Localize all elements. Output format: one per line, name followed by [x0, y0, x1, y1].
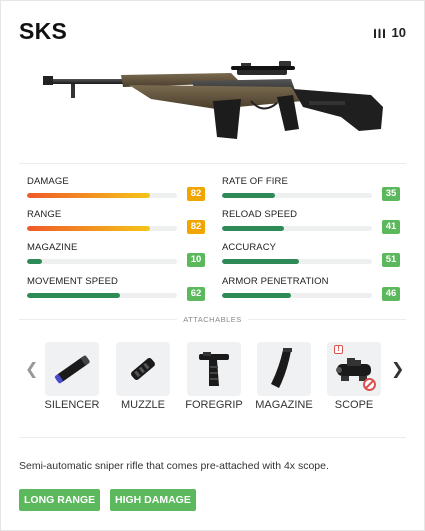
stat-bar-fill	[27, 226, 150, 231]
divider-description	[19, 437, 406, 438]
stat-row: MAGAZINE 10	[27, 242, 205, 276]
ammo-count: 10	[373, 25, 406, 40]
stat-label: MOVEMENT SPEED	[27, 276, 118, 287]
muzzle-icon	[131, 358, 155, 380]
stat-bar-fill	[27, 193, 150, 198]
tag-high-damage[interactable]: HIGH DAMAGE	[110, 489, 196, 511]
stat-label: ARMOR PENETRATION	[222, 276, 329, 287]
stat-value-badge: 41	[382, 220, 400, 234]
stat-row: ARMOR PENETRATION 46	[222, 276, 400, 310]
stat-bar-fill	[222, 193, 275, 198]
weapon-card: SKS 10 DAMAGE 82 RANGE 82 MAGAZINE 10 MO…	[0, 0, 425, 531]
stat-bar-track	[222, 193, 372, 198]
stat-value-badge: 46	[382, 287, 400, 301]
stat-bar-track	[222, 226, 372, 231]
blocked-icon	[363, 378, 376, 391]
stat-value-badge: 51	[382, 253, 400, 267]
stat-bar-fill	[222, 293, 291, 298]
stat-bar-track	[27, 259, 177, 264]
stat-bar-fill	[27, 259, 42, 264]
stat-bar-track	[222, 293, 372, 298]
stat-label: RATE OF FIRE	[222, 176, 288, 187]
attachment-label-muzzle: MUZZLE	[121, 399, 165, 411]
scope-warning-badge: !	[334, 345, 343, 354]
stat-value-badge: 82	[187, 220, 205, 234]
stat-label: ACCURACY	[222, 242, 277, 253]
stat-value-badge: 82	[187, 187, 205, 201]
divider-top	[19, 163, 406, 164]
attachment-foregrip[interactable]	[187, 342, 241, 396]
magazine-icon	[271, 348, 292, 388]
attachment-label-scope: SCOPE	[334, 399, 374, 411]
stat-row: MOVEMENT SPEED 62	[27, 276, 205, 310]
weapon-title: SKS	[19, 18, 68, 44]
stat-bar-track	[27, 293, 177, 298]
attachment-silencer[interactable]	[45, 342, 99, 396]
attachment-label-magazine: MAGAZINE	[255, 399, 313, 411]
stat-row: RANGE 82	[27, 209, 205, 243]
stat-row: RELOAD SPEED 41	[222, 209, 400, 243]
attachables-heading: ATTACHABLES	[1, 315, 424, 324]
stat-row: ACCURACY 51	[222, 242, 400, 276]
stat-row: DAMAGE 82	[27, 176, 205, 210]
chevron-left-icon[interactable]: ❮	[25, 359, 38, 379]
bullets-icon	[373, 28, 385, 38]
tag-long-range[interactable]: LONG RANGE	[19, 489, 101, 511]
stat-bar-fill	[27, 293, 120, 298]
sks-rifle-image	[43, 61, 383, 139]
chevron-right-icon[interactable]: ❯	[391, 359, 404, 379]
stat-label: RELOAD SPEED	[222, 209, 298, 220]
stat-value-badge: 10	[187, 253, 205, 267]
attachment-label-foregrip: FOREGRIP	[185, 399, 243, 411]
stat-bar-fill	[222, 259, 299, 264]
ammo-count-value: 10	[391, 25, 406, 40]
foregrip-icon	[199, 352, 229, 386]
stat-label: DAMAGE	[27, 176, 69, 187]
silencer-icon	[54, 355, 90, 384]
stat-label: RANGE	[27, 209, 62, 220]
attachment-magazine[interactable]	[257, 342, 311, 396]
stat-label: MAGAZINE	[27, 242, 78, 253]
stat-bar-track	[27, 226, 177, 231]
attachment-muzzle[interactable]	[116, 342, 170, 396]
stat-value-badge: 35	[382, 187, 400, 201]
stat-bar-fill	[222, 226, 284, 231]
stat-value-badge: 62	[187, 287, 205, 301]
stat-row: RATE OF FIRE 35	[222, 176, 400, 210]
attachment-label-silencer: SILENCER	[44, 399, 100, 411]
weapon-description: Semi-automatic sniper rifle that comes p…	[19, 460, 329, 472]
stat-bar-track	[27, 193, 177, 198]
attachables-heading-text: ATTACHABLES	[177, 315, 248, 324]
stat-bar-track	[222, 259, 372, 264]
